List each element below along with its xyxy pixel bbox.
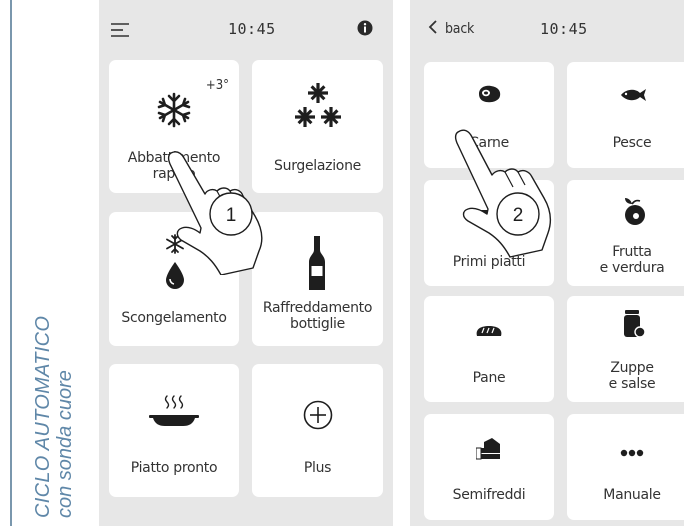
tile-label: Scongelamento	[121, 310, 227, 326]
caption-subtitle: con sonda cuore	[54, 370, 76, 518]
tile-plus[interactable]: Plus	[252, 364, 383, 497]
chevron-left-icon	[428, 20, 437, 38]
temperature-badge: +3°	[205, 78, 229, 93]
fruit-icon	[621, 196, 647, 230]
hot-dish-icon	[147, 394, 201, 434]
tile-label: Abbattimento rapido	[127, 150, 221, 182]
tile-label: Carne	[469, 135, 509, 151]
tile-surgelazione[interactable]: Surgelazione	[252, 60, 383, 193]
bottle-icon	[309, 236, 325, 294]
tile-label: Piatto pronto	[130, 460, 218, 476]
clock-time: 10:45	[228, 20, 276, 38]
tile-zuppe-salse[interactable]: Zuppe e salse	[567, 296, 684, 402]
top-bar: 10:45	[99, 0, 393, 58]
tile-label: Surgelazione	[274, 158, 361, 174]
hamburger-menu-icon[interactable]	[111, 22, 131, 42]
tile-pesce[interactable]: Pesce	[567, 62, 684, 168]
tile-label: Zuppe e salse	[608, 360, 656, 392]
bread-icon	[475, 322, 503, 341]
tile-primi-piatti[interactable]: Primi piatti	[424, 180, 554, 286]
main-menu-screen: 10:45 +3° Abbattimento rapido Surgelazio…	[99, 0, 393, 526]
tile-label: Semifreddi	[452, 487, 526, 503]
steak-icon	[476, 84, 502, 108]
tile-scongelamento[interactable]: Scongelamento	[109, 212, 239, 346]
plus-circle-icon	[303, 400, 333, 434]
tile-semifreddi[interactable]: Semifreddi	[424, 414, 554, 520]
tile-pane[interactable]: Pane	[424, 296, 554, 402]
tile-abbattimento-rapido[interactable]: +3° Abbattimento rapido	[109, 60, 239, 193]
tile-raffreddamento-bottiglie[interactable]: Raffreddamento bottiglie	[252, 212, 383, 346]
triple-snowflake-icon	[290, 82, 346, 134]
tile-frutta-verdura[interactable]: Frutta e verdura	[567, 180, 684, 286]
more-dots-icon	[620, 442, 644, 461]
tile-label: Pesce	[612, 135, 652, 151]
side-rule	[10, 0, 12, 526]
info-icon[interactable]	[357, 20, 373, 40]
tile-label: Pane	[472, 370, 506, 386]
fish-icon	[619, 87, 647, 106]
back-button[interactable]: back	[428, 20, 474, 38]
tile-label: Raffreddamento bottiglie	[262, 300, 373, 332]
back-label: back	[445, 21, 475, 37]
side-caption: CICLO AUTOMATICO con sonda cuore	[32, 238, 76, 518]
snowflake-drop-icon	[162, 234, 188, 294]
cake-icon	[475, 438, 502, 464]
jar-icon	[623, 310, 646, 342]
tile-label: Frutta e verdura	[599, 244, 665, 276]
tile-carne[interactable]: Carne	[424, 62, 554, 168]
caption-title: CICLO AUTOMATICO	[32, 315, 54, 518]
tile-label: Manuale	[603, 487, 661, 503]
top-bar: back 10:45	[410, 0, 684, 58]
pasta-icon	[476, 200, 502, 226]
tile-manuale[interactable]: Manuale	[567, 414, 684, 520]
tile-piatto-pronto[interactable]: Piatto pronto	[109, 364, 239, 497]
snowflake-icon	[156, 92, 192, 132]
tile-label: Primi piatti	[452, 254, 526, 270]
tile-label: Plus	[303, 460, 332, 476]
category-screen: back 10:45 Carne Pesce Primi piatti Frut…	[410, 0, 684, 526]
clock-time: 10:45	[540, 20, 588, 38]
